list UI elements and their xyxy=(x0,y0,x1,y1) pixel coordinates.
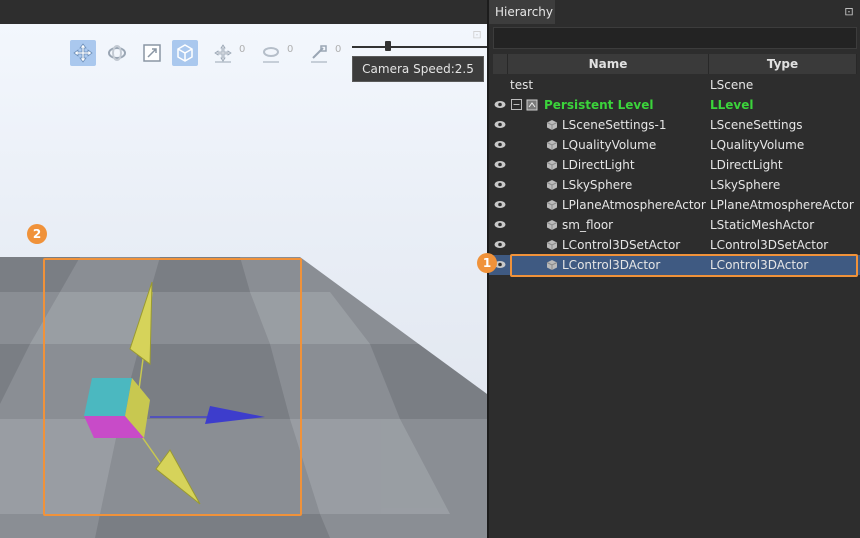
node-type: LSkySphere xyxy=(710,178,781,192)
hierarchy-search-input[interactable] xyxy=(493,27,857,49)
node-name: LPlaneAtmosphereActor xyxy=(562,198,706,212)
node-type: LStaticMeshActor xyxy=(710,218,815,232)
node-name: Persistent Level xyxy=(544,98,654,112)
hierarchy-panel: Hierarchy ⊡ Name Type test LScene Persis… xyxy=(477,0,860,538)
node-type: LControl3DSetActor xyxy=(710,238,829,252)
column-header-type[interactable]: Type xyxy=(709,54,857,74)
cube-axis-icon xyxy=(177,44,193,62)
eye-icon[interactable] xyxy=(494,180,506,189)
actor-cube-icon xyxy=(546,180,558,190)
eye-icon[interactable] xyxy=(494,160,506,169)
actor-cube-icon xyxy=(546,240,558,250)
actor-cube-icon xyxy=(546,140,558,150)
eye-icon[interactable] xyxy=(494,140,506,149)
actor-cube-icon xyxy=(546,160,558,170)
move-snap-value: 0 xyxy=(239,44,246,55)
node-name: LSkySphere xyxy=(562,178,633,192)
rotate-tool-button[interactable] xyxy=(104,40,130,66)
eye-icon[interactable] xyxy=(494,240,506,249)
node-type: LQualityVolume xyxy=(710,138,805,152)
tab-hierarchy[interactable]: Hierarchy xyxy=(489,0,555,24)
tree-row-actor[interactable]: LPlaneAtmosphereActor LPlaneAtmosphereAc… xyxy=(489,195,860,215)
move-snap-icon xyxy=(214,44,232,63)
node-type: LLevel xyxy=(710,98,754,112)
callout-badge-1: 1 xyxy=(477,253,497,273)
collapse-icon[interactable] xyxy=(511,99,522,110)
local-space-button[interactable] xyxy=(172,40,198,66)
node-type: LScene xyxy=(710,78,754,92)
node-name: sm_floor xyxy=(562,218,614,232)
undock-icon[interactable]: ⊡ xyxy=(842,5,856,19)
rotate-snap-icon xyxy=(263,47,279,63)
actor-cube-icon xyxy=(546,200,558,210)
scale-snap-button[interactable] xyxy=(306,40,332,66)
node-type: LDirectLight xyxy=(710,158,783,172)
tree-row-actor[interactable]: LSkySphere LSkySphere xyxy=(489,175,860,195)
rotate-snap-button[interactable] xyxy=(258,40,284,66)
actor-cube-icon xyxy=(546,220,558,230)
tree-row-actor[interactable]: LSceneSettings-1 LSceneSettings xyxy=(489,115,860,135)
move-arrows-icon xyxy=(73,43,93,63)
tree-row-actor[interactable]: LDirectLight LDirectLight xyxy=(489,155,860,175)
tree-row-actor[interactable]: LQualityVolume LQualityVolume xyxy=(489,135,860,155)
eye-icon[interactable] xyxy=(494,120,506,129)
camera-speed-tooltip: Camera Speed:2.5 xyxy=(352,56,484,82)
actor-cube-icon xyxy=(546,120,558,130)
tree-row-scene[interactable]: test LScene xyxy=(489,75,860,95)
node-name: test xyxy=(510,78,534,92)
selected-row-callout-box xyxy=(510,254,858,277)
node-name: LQualityVolume xyxy=(562,138,657,152)
scale-icon xyxy=(143,44,161,62)
eye-icon[interactable] xyxy=(494,100,506,109)
camera-speed-slider[interactable] xyxy=(352,46,487,48)
scale-snap-icon xyxy=(311,45,327,63)
column-header-visibility[interactable] xyxy=(493,54,508,74)
node-name: LDirectLight xyxy=(562,158,635,172)
level-icon xyxy=(526,99,538,111)
eye-icon[interactable] xyxy=(494,220,506,229)
node-type: LSceneSettings xyxy=(710,118,803,132)
move-snap-button[interactable] xyxy=(210,40,236,66)
scene-viewport[interactable]: ⊡ 0 0 0 Camera Speed:2.5 2 xyxy=(0,24,487,538)
node-name: LControl3DSetActor xyxy=(562,238,681,252)
undock-icon[interactable]: ⊡ xyxy=(470,28,484,42)
rotate-icon xyxy=(108,45,126,61)
column-header-name[interactable]: Name xyxy=(508,54,709,74)
gizmo-callout-box xyxy=(43,258,302,516)
tree-row-level[interactable]: Persistent Level LLevel xyxy=(489,95,860,115)
rotate-snap-value: 0 xyxy=(287,44,294,55)
callout-badge-2: 2 xyxy=(27,224,47,244)
tree-row-actor[interactable]: sm_floor LStaticMeshActor xyxy=(489,215,860,235)
node-type: LPlaneAtmosphereActor xyxy=(710,198,854,212)
scale-tool-button[interactable] xyxy=(139,40,165,66)
node-name: LSceneSettings-1 xyxy=(562,118,667,132)
eye-icon[interactable] xyxy=(494,200,506,209)
tree-row-actor[interactable]: LControl3DSetActor LControl3DSetActor xyxy=(489,235,860,255)
scale-snap-value: 0 xyxy=(335,44,342,55)
camera-speed-handle[interactable] xyxy=(385,41,391,51)
transform-tool-button[interactable] xyxy=(70,40,96,66)
